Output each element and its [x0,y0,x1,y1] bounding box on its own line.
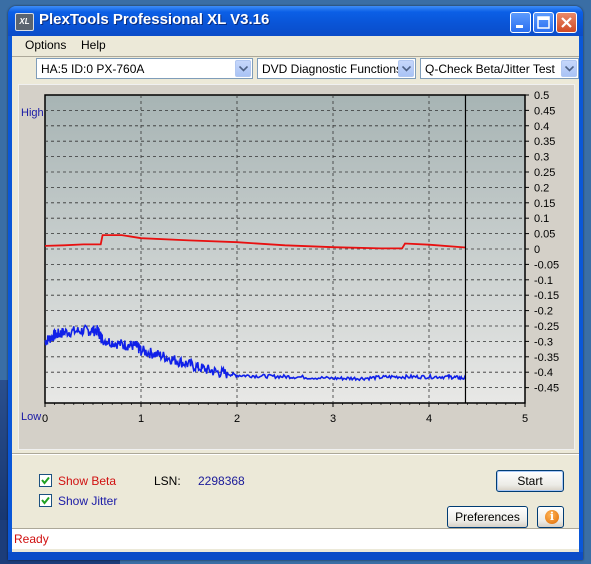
chart-panel: 0 1 2 3 4 5 0.5 0.45 0.4 0.35 0.3 0.25 0.2 0.15 0.1 0.0… [18,84,575,450]
x-tick-label: 1 [138,413,144,425]
panel-separator [12,453,579,455]
y-tick-label: 0.3 [534,152,549,164]
info-icon: i [545,510,559,524]
y-tick-label: -0.05 [534,259,559,271]
lsn-label: LSN: [154,474,181,488]
show-beta-checkbox[interactable] [39,474,52,487]
chevron-down-icon [402,66,411,72]
close-icon [561,17,572,28]
x-tick-label: 5 [522,413,528,425]
high-label: High [21,107,44,119]
y-tick-label: 0.2 [534,182,549,194]
y-tick-label: -0.4 [534,367,553,379]
info-button[interactable]: i [537,506,564,528]
y-tick-label: -0.25 [534,321,559,333]
start-button[interactable]: Start [496,470,564,492]
client-area: Options Help HA:5 ID:0 PX-760A DVD Diagn… [12,36,579,556]
y-tick-label: 0.4 [534,121,549,133]
show-beta-label[interactable]: Show Beta [58,474,116,488]
beta-jitter-chart: 0 1 2 3 4 5 0.5 0.45 0.4 0.35 0.3 0.25 0.2 0.15 0.1 0.0… [42,90,559,425]
function-select-value: DVD Diagnostic Functions [262,62,403,76]
function-select[interactable]: DVD Diagnostic Functions [257,58,416,79]
lsn-value: 2298368 [198,474,245,488]
y-tick-label: 0 [534,244,540,256]
y-tick-label: -0.15 [534,290,559,302]
x-tick-label: 3 [330,413,336,425]
x-tick-label: 2 [234,413,240,425]
minimize-icon [516,25,523,28]
minimize-button[interactable] [510,12,531,33]
status-text: Ready [14,532,49,546]
y-tick-label: 0.35 [534,136,555,148]
menu-help[interactable]: Help [81,38,106,52]
drive-select-value: HA:5 ID:0 PX-760A [41,62,145,76]
maximize-icon [537,16,550,29]
y-tick-label: -0.45 [534,383,559,395]
drive-dropdown-arrow[interactable] [235,60,251,77]
x-tick-label: 0 [42,413,48,425]
checkmark-icon [41,476,50,485]
close-button[interactable] [556,12,577,33]
test-select-value: Q-Check Beta/Jitter Test [425,62,555,76]
function-dropdown-arrow[interactable] [398,60,414,77]
maximize-button[interactable] [533,12,554,33]
menu-divider [12,56,579,57]
show-jitter-label[interactable]: Show Jitter [58,494,117,508]
app-logo-icon: XL [15,13,34,31]
x-tick-label: 4 [426,413,432,425]
y-tick-label: 0.45 [534,105,555,117]
chevron-down-icon [239,66,248,72]
y-tick-label: -0.1 [534,275,553,287]
show-jitter-checkbox[interactable] [39,494,52,507]
y-tick-label: 0.5 [534,90,549,102]
checkmark-icon [41,496,50,505]
y-tick-label: 0.1 [534,213,549,225]
y-tick-label: -0.35 [534,352,559,364]
y-tick-label: -0.2 [534,306,553,318]
window-title: PlexTools Professional XL V3.16 [39,11,270,28]
low-label: Low [21,411,42,423]
test-dropdown-arrow[interactable] [561,60,577,77]
test-select[interactable]: Q-Check Beta/Jitter Test [420,58,579,79]
menu-bar: Options Help [12,36,579,55]
status-bar: Ready [12,528,579,549]
menu-options[interactable]: Options [25,38,66,52]
y-tick-label: 0.25 [534,167,555,179]
chevron-down-icon [565,66,574,72]
title-bar[interactable]: XL PlexTools Professional XL V3.16 [8,6,583,36]
y-tick-label: 0.05 [534,229,555,241]
plextools-window: XL PlexTools Professional XL V3.16 Optio… [8,6,583,560]
preferences-button[interactable]: Preferences [447,506,528,528]
y-tick-label: 0.15 [534,198,555,210]
window-border [8,552,583,560]
y-tick-label: -0.3 [534,336,553,348]
drive-select[interactable]: HA:5 ID:0 PX-760A [36,58,253,79]
